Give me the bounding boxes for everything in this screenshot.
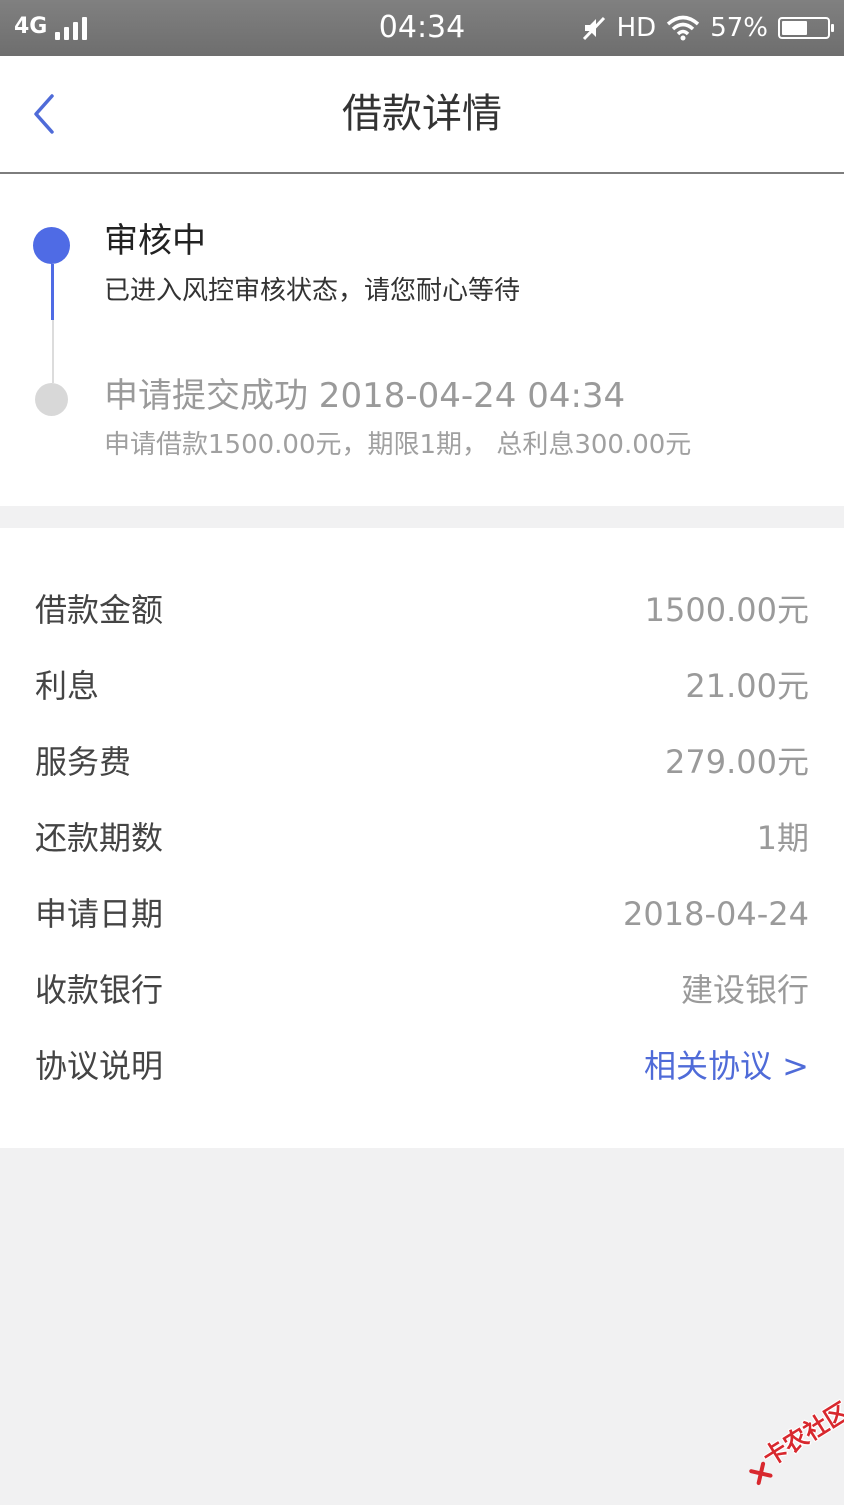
detail-row-loan-amount: 借款金额 1500.00元: [0, 572, 844, 648]
watermark-text: 卡农社区: [758, 1397, 844, 1472]
status-right: HD 57%: [581, 12, 834, 44]
detail-value: 1期: [756, 819, 809, 857]
status-bar: 4G 04:34 HD 57%: [0, 0, 844, 56]
detail-value: 1500.00元: [644, 591, 809, 629]
detail-value: 2018-04-24: [623, 895, 809, 933]
timeline-line-active: [51, 264, 54, 320]
nav-bar: 借款详情: [0, 56, 844, 174]
detail-label: 协议说明: [35, 1047, 164, 1085]
loan-status-timeline: 审核中 已进入风控审核状态，请您耐心等待 申请提交成功 2018-04-24 0…: [0, 174, 844, 506]
battery-fill: [782, 21, 808, 35]
watermark-logo: 卡农社区: [726, 1389, 844, 1505]
step-desc-submitted: 申请借款1500.00元，期限1期， 总利息300.00元: [104, 430, 692, 460]
detail-label: 借款金额: [35, 591, 164, 629]
step-desc-reviewing: 已进入风控审核状态，请您耐心等待: [104, 276, 521, 306]
detail-label: 利息: [35, 667, 100, 705]
detail-value: 279.00元: [665, 743, 809, 781]
battery-percent: 57%: [710, 13, 768, 43]
detail-label: 收款银行: [35, 971, 164, 1009]
detail-label: 还款期数: [35, 819, 164, 857]
timeline-dot-active: [33, 227, 70, 264]
detail-row-service-fee: 服务费 279.00元: [0, 724, 844, 800]
timeline-line-inactive: [52, 320, 54, 383]
hd-indicator: HD: [616, 13, 657, 43]
page-title: 借款详情: [342, 91, 502, 137]
loan-details: 借款金额 1500.00元 利息 21.00元 服务费 279.00元 还款期数…: [0, 528, 844, 1148]
detail-label: 服务费: [35, 743, 132, 781]
detail-row-installments: 还款期数 1期: [0, 800, 844, 876]
step-title-reviewing: 审核中: [104, 221, 206, 261]
mute-icon: [582, 16, 605, 41]
detail-value: 21.00元: [685, 667, 809, 705]
agreement-link[interactable]: 相关协议 >: [644, 1045, 809, 1087]
detail-row-interest: 利息 21.00元: [0, 648, 844, 724]
timeline-dot-inactive: [35, 383, 68, 416]
detail-row-apply-date: 申请日期 2018-04-24: [0, 876, 844, 952]
step-title-submitted: 申请提交成功 2018-04-24 04:34: [104, 376, 626, 416]
detail-row-receiving-bank: 收款银行 建设银行: [0, 952, 844, 1028]
detail-row-agreement: 协议说明 相关协议 >: [0, 1028, 844, 1104]
detail-label: 申请日期: [35, 895, 164, 933]
wifi-icon: [667, 15, 700, 41]
detail-value: 建设银行: [680, 971, 809, 1009]
battery-icon: [778, 17, 834, 39]
